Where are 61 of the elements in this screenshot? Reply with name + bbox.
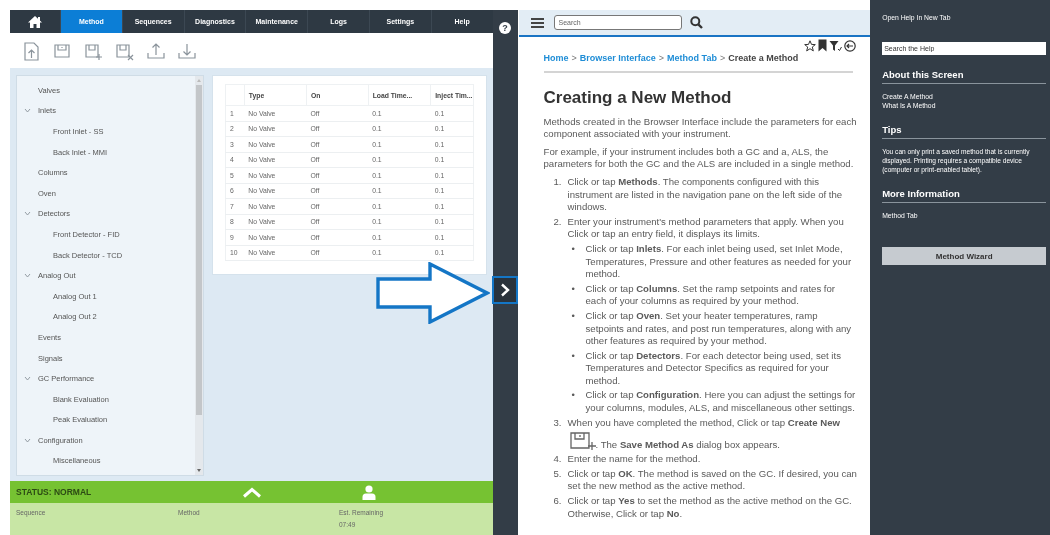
page-title: Creating a New Method — [543, 87, 733, 108]
search-icon[interactable] — [689, 16, 703, 29]
breadcrumb-link[interactable]: Home — [543, 53, 569, 63]
menu-icon[interactable] — [530, 17, 544, 28]
bookmark-icon[interactable] — [818, 39, 828, 52]
chevron-up-icon[interactable] — [242, 486, 262, 498]
user-icon[interactable] — [362, 484, 376, 500]
step-number: 5. — [553, 467, 563, 481]
chevron-down-icon[interactable] — [24, 272, 31, 280]
bullet-marker: • — [571, 242, 576, 256]
breadcrumb-link[interactable]: Browser Interface — [579, 53, 656, 63]
home-icon[interactable] — [27, 14, 43, 29]
star-icon[interactable] — [804, 39, 817, 52]
paragraph: For example, if your instrument includes both a GC and a, ALS, the parameters for both the GC and the ALS are included in a single method. — [543, 145, 855, 171]
breadcrumb-separator: > — [719, 53, 726, 63]
step-number: 4. — [553, 453, 563, 466]
step-text: Click or tap Yes to set the method as the active method on the GC. Otherwise, Click or tap No. — [567, 495, 853, 521]
step-number: 6. — [553, 495, 563, 509]
method-wizard-button[interactable]: Method Wizard — [882, 247, 1047, 265]
scrollbar-thumb[interactable] — [196, 85, 202, 415]
step-text: Enter the name for the method. — [567, 453, 702, 466]
filter-icon[interactable] — [829, 39, 843, 52]
status-text: STATUS: NORMAL — [15, 487, 93, 497]
bullet-marker: • — [571, 349, 576, 363]
bullet-text: Click or tap Detectors. For each detector being used, set its Temperatures and Detector Specifics as required for your method. — [585, 349, 842, 388]
scroll-up-icon[interactable] — [196, 78, 202, 83]
bullet-text: Click or tap Oven. Set your heater temperatures, ramp setpoints and rates, and post run temperatures, along with any other features as required by your method. — [585, 309, 853, 348]
section-heading: About this Screen — [882, 55, 1047, 84]
step-text: When you have completed the method, Click or tap Create New — [567, 416, 842, 430]
help-icon[interactable]: ? — [499, 22, 511, 34]
bullet-text: Click or tap Columns. Set the ramp setpoints and rates for each of your columns as required by your method. — [585, 282, 837, 308]
circle-arrow-icon[interactable] — [844, 39, 857, 52]
file-upload-icon[interactable] — [22, 40, 42, 61]
step-text: Enter your instrument's method parameters that apply. When you Click or tap an entry field, it displays its limits. — [567, 215, 845, 241]
chevron-right-icon — [500, 283, 510, 297]
chevron-down-icon[interactable] — [24, 436, 31, 444]
breadcrumb-separator: > — [658, 53, 665, 63]
chevron-down-icon[interactable] — [24, 210, 31, 218]
step-number: 3. — [553, 416, 563, 430]
expand-button[interactable] — [492, 276, 518, 304]
bullet-text: Click or tap Inlets. For each inlet being used, set Inlet Mode, Temperatures, Pressure and other features as needed for your method. — [585, 242, 853, 281]
breadcrumb-separator: > — [571, 53, 577, 63]
step-text: . The Save Method As dialog box appears. — [595, 438, 781, 452]
section-heading: Tips — [882, 110, 1047, 139]
floppy-disk-plus-icon — [569, 429, 596, 452]
paragraph: Methods created in the Browser Interface include the parameters for each component associated with your instrument. — [543, 115, 858, 141]
step-number: 2. — [553, 215, 563, 229]
scroll-down-icon[interactable] — [196, 468, 202, 473]
step-text: Click or tap OK. The method is saved on the GC. If desired, you can set the new method as the active method. — [567, 467, 858, 494]
section-heading: More Information — [882, 174, 1047, 203]
breadcrumb-current: Create a Method — [728, 53, 799, 63]
bullet-marker: • — [571, 282, 576, 296]
step-text: Click or tap Methods. The components configured with this instrument are listed in the navigation pane on the left side of the windows. — [567, 175, 844, 214]
breadcrumb-link[interactable]: Method Tab — [667, 53, 717, 63]
bullet-marker: • — [571, 309, 576, 323]
chevron-down-icon[interactable] — [24, 375, 31, 383]
step-number: 1. — [553, 175, 563, 189]
chevron-down-icon[interactable] — [24, 107, 31, 115]
bullet-marker: • — [571, 389, 576, 403]
bullet-text: Click or tap Configuration. Here you can adjust the settings for your columns, modules, ALS, and miscellaneous other settings. — [585, 389, 857, 415]
scrollbar[interactable] — [195, 76, 203, 475]
